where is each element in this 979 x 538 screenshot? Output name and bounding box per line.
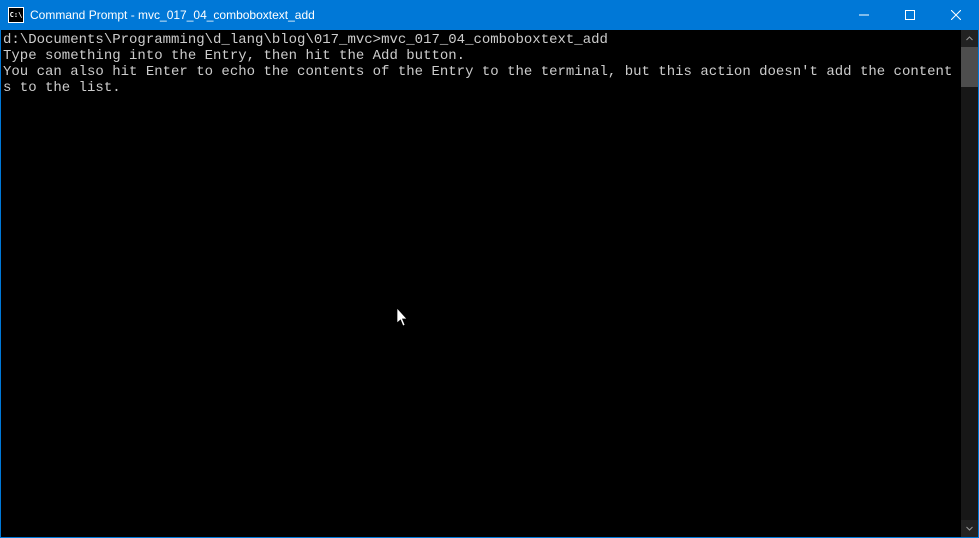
app-icon: C:\: [8, 7, 24, 23]
minimize-icon: [859, 10, 869, 20]
window-title: Command Prompt - mvc_017_04_comboboxtext…: [30, 8, 841, 22]
chevron-up-icon: [966, 35, 973, 42]
minimize-button[interactable]: [841, 0, 887, 30]
scroll-down-button[interactable]: [961, 520, 978, 537]
maximize-icon: [905, 10, 915, 20]
output-line-2: You can also hit Enter to echo the conte…: [3, 64, 952, 96]
scroll-thumb[interactable]: [961, 47, 978, 87]
vertical-scrollbar[interactable]: [961, 30, 978, 537]
command-text: mvc_017_04_comboboxtext_add: [381, 32, 608, 48]
console-body[interactable]: d:\Documents\Programming\d_lang\blog\017…: [0, 30, 979, 538]
window-controls: [841, 0, 979, 30]
console-output: d:\Documents\Programming\d_lang\blog\017…: [1, 30, 960, 96]
mouse-cursor: [397, 308, 411, 333]
scroll-up-button[interactable]: [961, 30, 978, 47]
close-button[interactable]: [933, 0, 979, 30]
maximize-button[interactable]: [887, 0, 933, 30]
close-icon: [951, 10, 961, 20]
prompt-path: d:\Documents\Programming\d_lang\blog\017…: [3, 32, 381, 48]
command-prompt-window: C:\ Command Prompt - mvc_017_04_combobox…: [0, 0, 979, 538]
output-line-1: Type something into the Entry, then hit …: [3, 48, 465, 64]
chevron-down-icon: [966, 525, 973, 532]
titlebar[interactable]: C:\ Command Prompt - mvc_017_04_combobox…: [0, 0, 979, 30]
